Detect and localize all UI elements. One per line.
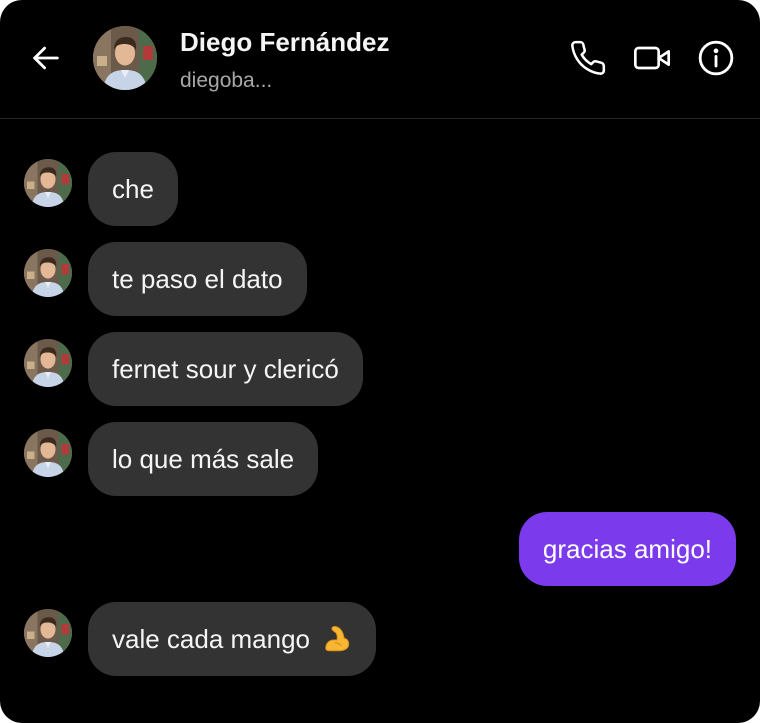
- back-arrow-icon: [33, 46, 59, 70]
- sender-avatar[interactable]: [24, 609, 72, 657]
- contact-avatar[interactable]: [93, 26, 157, 90]
- phone-icon: [571, 40, 606, 75]
- contact-name[interactable]: Diego Fernández: [180, 27, 389, 58]
- chat-window: Diego Fernández diegoba... che te paso e…: [0, 0, 760, 723]
- message-row: lo que más sale: [0, 422, 760, 496]
- incoming-message-bubble[interactable]: te paso el dato: [88, 242, 307, 316]
- sender-avatar[interactable]: [24, 429, 72, 477]
- message-row: fernet sour y clericó: [0, 332, 760, 406]
- flexed-biceps-icon: [325, 625, 350, 652]
- video-camera-icon: [634, 46, 670, 70]
- chat-header: Diego Fernández diegoba...: [0, 0, 760, 119]
- video-call-button[interactable]: [632, 38, 672, 78]
- back-button[interactable]: [26, 38, 66, 78]
- sender-avatar[interactable]: [24, 249, 72, 297]
- message-row: te paso el dato: [0, 242, 760, 316]
- message-row: che: [0, 152, 760, 226]
- conversation-info-button[interactable]: [696, 38, 736, 78]
- info-icon: [698, 40, 734, 76]
- message-text: vale cada mango: [112, 623, 311, 654]
- outgoing-message-bubble[interactable]: gracias amigo!: [518, 512, 736, 586]
- incoming-message-bubble[interactable]: che: [88, 152, 178, 226]
- sender-avatar[interactable]: [24, 339, 72, 387]
- incoming-message-bubble[interactable]: fernet sour y clericó: [88, 332, 363, 406]
- message-row: vale cada mango: [0, 602, 760, 676]
- incoming-message-bubble[interactable]: vale cada mango: [88, 602, 377, 676]
- sender-avatar[interactable]: [24, 159, 72, 207]
- incoming-message-bubble[interactable]: lo que más sale: [88, 422, 319, 496]
- audio-call-button[interactable]: [568, 38, 608, 78]
- contact-username[interactable]: diegoba...: [180, 69, 272, 93]
- message-row: gracias amigo!: [0, 512, 760, 586]
